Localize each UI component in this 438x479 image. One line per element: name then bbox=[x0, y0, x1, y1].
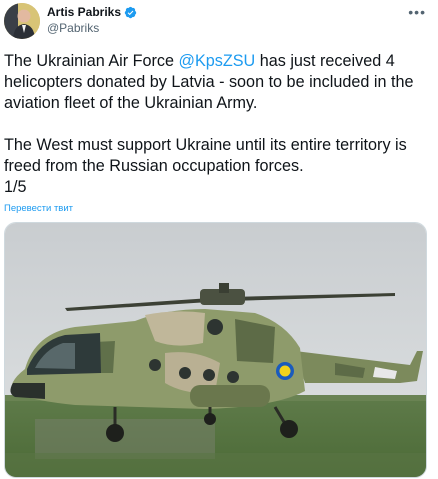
tweet-media-photo[interactable] bbox=[4, 222, 427, 478]
author-handle[interactable]: @Pabriks bbox=[47, 21, 99, 35]
more-options-icon[interactable]: ••• bbox=[408, 4, 426, 20]
person-avatar-icon bbox=[4, 3, 40, 39]
avatar[interactable] bbox=[4, 3, 40, 39]
translate-tweet-link[interactable]: Перевести твит bbox=[4, 203, 73, 214]
tweet-text-part-2: has just received 4 helicopters donated … bbox=[4, 52, 414, 196]
tweet-text: The Ukrainian Air Force @KpsZSU has just… bbox=[4, 51, 432, 198]
author-name-row: Artis Pabriks bbox=[47, 5, 137, 19]
mention-link[interactable]: @KpsZSU bbox=[179, 52, 256, 70]
helicopter-photo bbox=[5, 223, 426, 477]
verified-badge-icon bbox=[124, 6, 137, 19]
tweet-text-part-1: The Ukrainian Air Force bbox=[4, 52, 179, 70]
author-display-name[interactable]: Artis Pabriks bbox=[47, 5, 121, 19]
